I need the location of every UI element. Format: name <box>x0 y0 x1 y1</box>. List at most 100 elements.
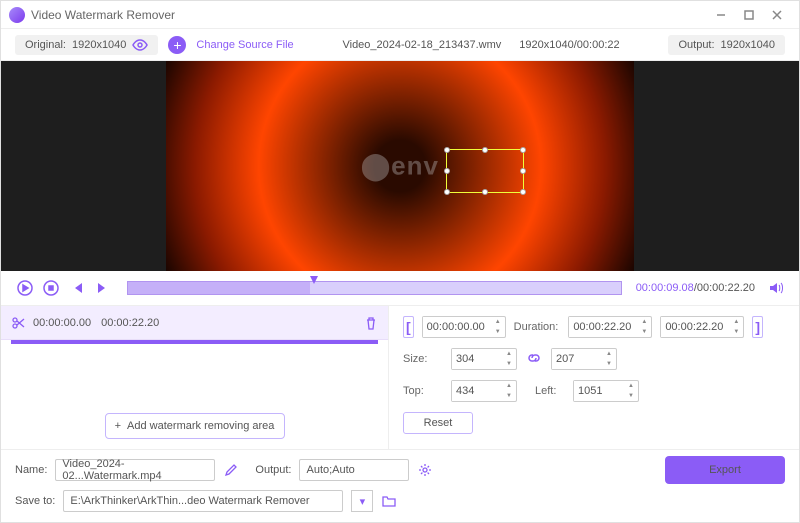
size-label: Size: <box>403 353 443 365</box>
down-arrow-icon[interactable]: ▼ <box>602 359 616 369</box>
prev-frame-button[interactable] <box>67 278 87 298</box>
add-source-button[interactable]: + <box>168 36 186 54</box>
time-range-row: [ ▲▼ Duration: ▲▼ ▲▼ ] <box>403 316 785 338</box>
volume-button[interactable] <box>767 279 785 297</box>
segments-panel: 00:00:00.00 00:00:22.20 + Add watermark … <box>1 306 389 449</box>
left-input[interactable]: ▲▼ <box>573 380 639 402</box>
save-path-input[interactable]: E:\ArkThinker\ArkThin...deo Watermark Re… <box>63 490 343 512</box>
output-resolution: 1920x1040 <box>721 39 775 51</box>
timeline-slider[interactable] <box>127 281 622 295</box>
stop-button[interactable] <box>41 278 61 298</box>
output-format-input[interactable]: Auto;Auto <box>299 459 409 481</box>
segment-times: 00:00:00.00 00:00:22.20 <box>33 317 356 329</box>
save-to-label: Save to: <box>15 495 55 507</box>
set-start-button[interactable]: [ <box>403 316 414 338</box>
down-arrow-icon[interactable]: ▼ <box>729 327 743 337</box>
resize-handle-tr[interactable] <box>520 147 526 153</box>
up-arrow-icon[interactable]: ▲ <box>624 381 638 391</box>
segment-end: 00:00:22.20 <box>101 317 159 329</box>
set-end-button[interactable]: ] <box>752 316 763 338</box>
link-aspect-icon[interactable] <box>525 351 543 368</box>
resize-handle-bc[interactable] <box>482 189 488 195</box>
save-path-dropdown[interactable]: ▾ <box>351 490 373 512</box>
delete-segment-button[interactable] <box>364 316 378 330</box>
plus-icon: + <box>115 420 121 432</box>
preview-area[interactable]: ⬤env <box>1 61 799 271</box>
end-time-input[interactable]: ▲▼ <box>660 316 744 338</box>
original-resolution: 1920x1040 <box>72 39 126 51</box>
resize-handle-mr[interactable] <box>520 168 526 174</box>
file-name: Video_2024-02-18_213437.wmv <box>342 39 501 51</box>
resize-handle-bl[interactable] <box>444 189 450 195</box>
reset-button[interactable]: Reset <box>403 412 473 434</box>
selection-box[interactable] <box>446 149 524 193</box>
down-arrow-icon[interactable]: ▼ <box>502 359 516 369</box>
output-chip: Output: 1920x1040 <box>668 35 785 55</box>
app-title: Video Watermark Remover <box>31 8 707 22</box>
start-time-input[interactable]: ▲▼ <box>422 316 506 338</box>
play-button[interactable] <box>15 278 35 298</box>
close-button[interactable] <box>763 5 791 25</box>
segment-start: 00:00:00.00 <box>33 317 91 329</box>
position-row: Top: ▲▼ Left: ▲▼ <box>403 380 785 402</box>
current-time: 00:00:09.08 <box>636 282 694 294</box>
resize-handle-tc[interactable] <box>482 147 488 153</box>
maximize-button[interactable] <box>735 5 763 25</box>
next-frame-button[interactable] <box>93 278 113 298</box>
up-arrow-icon[interactable]: ▲ <box>637 317 651 327</box>
footer-bar: Name: Video_2024-02...Watermark.mp4 Outp… <box>1 449 799 522</box>
original-label: Original: <box>25 39 66 51</box>
down-arrow-icon[interactable]: ▼ <box>637 327 651 337</box>
watermark-overlay: ⬤env <box>361 151 439 182</box>
resize-handle-tl[interactable] <box>444 147 450 153</box>
info-bar: Original: 1920x1040 + Change Source File… <box>1 29 799 61</box>
original-chip: Original: 1920x1040 <box>15 35 158 55</box>
title-bar: Video Watermark Remover <box>1 1 799 29</box>
height-input[interactable]: ▲▼ <box>551 348 617 370</box>
resize-handle-ml[interactable] <box>444 168 450 174</box>
resize-handle-br[interactable] <box>520 189 526 195</box>
output-format-label: Output: <box>255 464 291 476</box>
down-arrow-icon[interactable]: ▼ <box>624 391 638 401</box>
up-arrow-icon[interactable]: ▲ <box>502 381 516 391</box>
top-input[interactable]: ▲▼ <box>451 380 517 402</box>
change-source-link[interactable]: Change Source File <box>196 39 293 51</box>
timeline-progress <box>128 282 310 294</box>
video-frame[interactable]: ⬤env <box>166 61 634 271</box>
up-arrow-icon[interactable]: ▲ <box>491 317 505 327</box>
output-label: Output: <box>678 39 714 51</box>
duration-label: Duration: <box>514 321 559 333</box>
down-arrow-icon[interactable]: ▼ <box>491 327 505 337</box>
total-time: 00:00:22.20 <box>697 282 755 294</box>
down-arrow-icon[interactable]: ▼ <box>502 391 516 401</box>
segment-row[interactable]: 00:00:00.00 00:00:22.20 <box>1 306 388 340</box>
scissors-icon <box>11 316 25 330</box>
reset-row: Reset <box>403 412 785 434</box>
settings-area: 00:00:00.00 00:00:22.20 + Add watermark … <box>1 306 799 449</box>
edit-name-icon[interactable] <box>223 462 239 478</box>
export-button[interactable]: Export <box>665 456 785 484</box>
time-display: 00:00:09.08/00:00:22.20 <box>636 282 755 294</box>
name-input[interactable]: Video_2024-02...Watermark.mp4 <box>55 459 215 481</box>
name-output-row: Name: Video_2024-02...Watermark.mp4 Outp… <box>15 456 785 484</box>
output-settings-icon[interactable] <box>417 462 433 478</box>
up-arrow-icon[interactable]: ▲ <box>729 317 743 327</box>
timeline-handle[interactable] <box>310 276 318 288</box>
left-label: Left: <box>535 385 565 397</box>
width-input[interactable]: ▲▼ <box>451 348 517 370</box>
file-info: Video_2024-02-18_213437.wmv 1920x1040/00… <box>304 39 659 51</box>
add-watermark-area-button[interactable]: + Add watermark removing area <box>105 413 285 439</box>
up-arrow-icon[interactable]: ▲ <box>602 349 616 359</box>
properties-panel: [ ▲▼ Duration: ▲▼ ▲▼ ] Size: ▲▼ ▲▼ Top: … <box>389 306 799 449</box>
minimize-button[interactable] <box>707 5 735 25</box>
add-area-label: Add watermark removing area <box>127 420 274 432</box>
duration-input[interactable]: ▲▼ <box>568 316 652 338</box>
open-folder-icon[interactable] <box>381 493 397 509</box>
size-row: Size: ▲▼ ▲▼ <box>403 348 785 370</box>
name-label: Name: <box>15 464 47 476</box>
up-arrow-icon[interactable]: ▲ <box>502 349 516 359</box>
save-row: Save to: E:\ArkThinker\ArkThin...deo Wat… <box>15 490 785 512</box>
segment-track[interactable] <box>11 340 378 344</box>
preview-original-icon[interactable] <box>132 39 148 51</box>
top-label: Top: <box>403 385 443 397</box>
